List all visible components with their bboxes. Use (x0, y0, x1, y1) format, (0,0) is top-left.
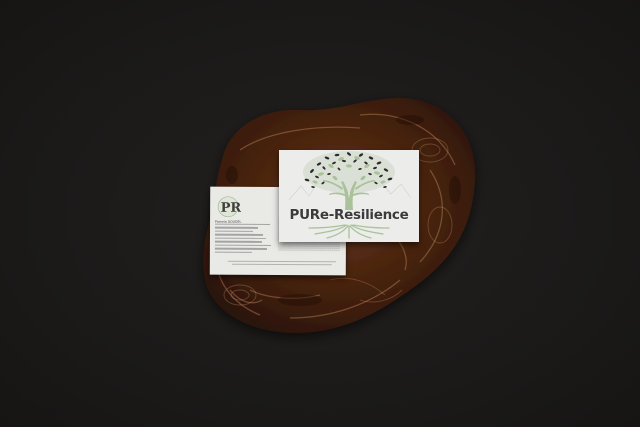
contact-details (214, 223, 277, 256)
brand-wordmark: PURe-Resilience (289, 207, 409, 223)
tree-of-life-icon (288, 151, 412, 239)
tree-monogram-icon: PR (217, 196, 242, 218)
logo-monogram-text: PR (221, 201, 242, 216)
product-mockup-scene: PR Pamela GOUDEL PURe-Resilience (0, 0, 640, 427)
business-card-front: PURe-Resilience (279, 150, 419, 242)
card-footer-lines (227, 260, 336, 268)
tree-roots (308, 224, 390, 239)
